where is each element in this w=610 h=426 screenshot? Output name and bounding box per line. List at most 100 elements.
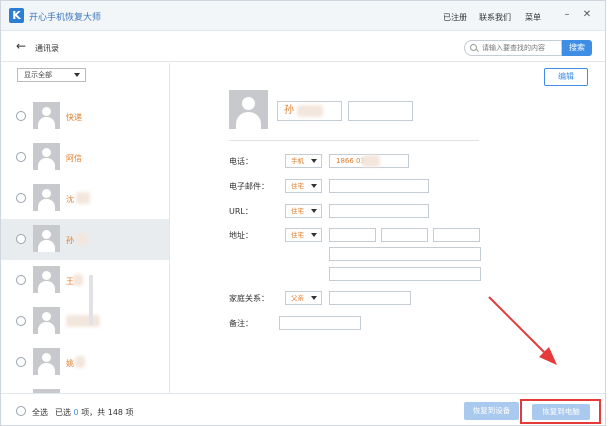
note-field[interactable] [279, 316, 361, 330]
redaction-blur [73, 274, 83, 286]
app-logo-icon: K [9, 8, 24, 23]
avatar [33, 184, 60, 211]
footer-bar: 全选 已选 0 项，共 148 项 恢复到设备 恢复到电脑 [1, 393, 605, 425]
contact-radio[interactable] [16, 152, 26, 162]
family-type-value: 父亲 [291, 294, 304, 302]
email-type-select[interactable]: 住宅 [285, 179, 322, 193]
contact-radio[interactable] [16, 275, 26, 285]
avatar [33, 143, 60, 170]
selected-suffix: 项，共 148 项 [81, 408, 134, 417]
avatar [33, 307, 60, 334]
redaction-blur [76, 192, 90, 204]
phone-type-value: 手机 [291, 157, 304, 165]
redaction-blur [75, 356, 85, 368]
family-label: 家庭关系： [229, 294, 269, 303]
note-label: 备注： [229, 319, 253, 328]
divider [229, 140, 479, 141]
url-type-value: 住宅 [291, 207, 304, 215]
family-type-select[interactable]: 父亲 [285, 291, 322, 305]
address-line2-field[interactable] [329, 247, 481, 261]
selection-status: 已选 0 项，共 148 项 [55, 407, 134, 418]
back-arrow-icon[interactable]: ← [16, 40, 26, 52]
redaction-blur [66, 315, 100, 327]
page-title: 通讯录 [35, 44, 59, 53]
nav-bar: ← 通讯录 搜索 [1, 32, 605, 62]
redaction-blur [362, 155, 380, 167]
email-field[interactable] [329, 179, 429, 193]
close-button[interactable]: ✕ [581, 9, 593, 21]
email-type-value: 住宅 [291, 182, 304, 190]
contact-radio[interactable] [16, 234, 26, 244]
address-city-field[interactable] [381, 228, 428, 242]
contact-radio[interactable] [16, 357, 26, 367]
address-street-field[interactable] [329, 228, 376, 242]
contact-name: 沈 [66, 195, 74, 204]
url-field[interactable] [329, 204, 429, 218]
last-name-field[interactable] [348, 101, 413, 121]
email-label: 电子邮件： [229, 182, 269, 191]
menu-link[interactable]: 菜单 [525, 12, 541, 23]
list-item[interactable]: 姚 [1, 342, 169, 383]
contact-name: 阿信 [66, 154, 82, 163]
contact-avatar [229, 90, 268, 129]
list-item[interactable]: 快递 [1, 96, 169, 137]
app-window: K 开心手机恢复大师 已注册 联系我们 菜单 – ✕ ← 通讯录 搜索 显示全部… [0, 0, 606, 426]
select-all-label[interactable]: 全选 [32, 407, 48, 418]
address-line3-field[interactable] [329, 267, 481, 281]
address-type-select[interactable]: 住宅 [285, 228, 322, 242]
list-item[interactable]: 阿信 [1, 137, 169, 178]
family-field[interactable] [329, 291, 411, 305]
contact-name: 姚 [66, 359, 74, 368]
selected-count: 0 [73, 408, 79, 417]
filter-dropdown[interactable]: 显示全部 [17, 68, 86, 82]
url-label: URL： [229, 207, 253, 216]
contact-name: 孙 [66, 236, 74, 245]
minimize-button[interactable]: – [561, 9, 573, 21]
contact-detail: 编辑 孙 电话： 手机 1866 03 电子邮件： 住宅 URL： 住宅 地址：… [171, 63, 605, 393]
contact-list: 显示全部 快递 阿信 沈 孙 王 姚 [1, 63, 170, 393]
filter-label: 显示全部 [24, 71, 52, 79]
avatar [33, 266, 60, 293]
chevron-down-icon [311, 209, 317, 213]
contact-us-link[interactable]: 联系我们 [479, 12, 511, 23]
contact-radio[interactable] [16, 316, 26, 326]
restore-to-pc-button[interactable]: 恢复到电脑 [532, 404, 590, 420]
list-item[interactable] [1, 301, 169, 342]
redaction-blur [297, 105, 323, 117]
contact-name: 快递 [66, 113, 82, 122]
name-text: 孙 [284, 105, 294, 116]
select-all-radio[interactable] [16, 406, 26, 416]
redaction-blur [76, 233, 88, 245]
list-scrollbar[interactable] [89, 275, 93, 325]
chevron-down-icon [311, 296, 317, 300]
list-item[interactable]: 王 [1, 260, 169, 301]
registered-link[interactable]: 已注册 [443, 12, 467, 23]
edit-button[interactable]: 编辑 [544, 68, 588, 86]
address-type-value: 住宅 [291, 231, 304, 239]
search-button[interactable]: 搜索 [562, 40, 592, 56]
selected-prefix: 已选 [55, 408, 71, 417]
highlight-box: 恢复到电脑 [520, 399, 601, 424]
chevron-down-icon [311, 233, 317, 237]
address-label: 地址： [229, 231, 253, 240]
restore-to-device-button[interactable]: 恢复到设备 [464, 402, 519, 420]
chevron-down-icon [311, 159, 317, 163]
list-item[interactable] [1, 383, 169, 393]
avatar [33, 348, 60, 375]
address-region-field[interactable] [433, 228, 480, 242]
phone-label: 电话： [229, 157, 253, 166]
title-bar: K 开心手机恢复大师 已注册 联系我们 菜单 – ✕ [1, 1, 605, 31]
contact-radio[interactable] [16, 111, 26, 121]
contact-radio[interactable] [16, 193, 26, 203]
search-icon [470, 44, 477, 51]
phone-type-select[interactable]: 手机 [285, 154, 322, 168]
app-title: 开心手机恢复大师 [29, 13, 102, 23]
avatar [33, 102, 60, 129]
list-item-selected[interactable]: 孙 [1, 219, 169, 260]
chevron-down-icon [74, 73, 80, 77]
phone-value: 1866 03 [336, 157, 365, 165]
list-item[interactable]: 沈 [1, 178, 169, 219]
search-input[interactable] [464, 40, 562, 56]
url-type-select[interactable]: 住宅 [285, 204, 322, 218]
avatar [33, 225, 60, 252]
